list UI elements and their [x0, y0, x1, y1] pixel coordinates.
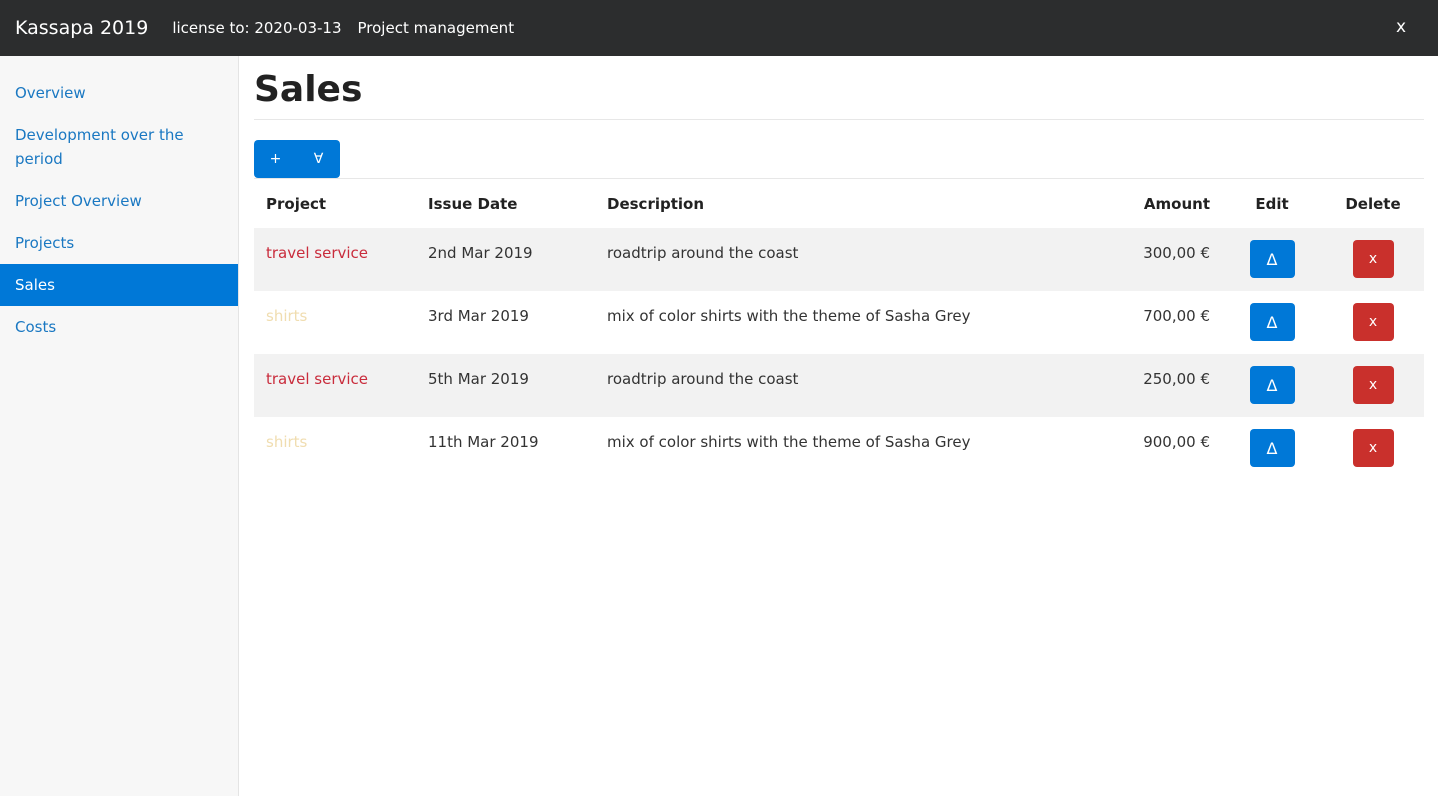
edit-cell: Δ	[1222, 417, 1322, 480]
delete-button[interactable]: x	[1352, 240, 1394, 278]
issue-date-cell: 5th Mar 2019	[416, 354, 595, 417]
delete-cell: x	[1322, 291, 1424, 354]
edit-button[interactable]: Δ	[1249, 303, 1295, 341]
column-header-project[interactable]: Project	[254, 179, 416, 228]
issue-date-cell: 2nd Mar 2019	[416, 228, 595, 291]
column-header-edit: Edit	[1255, 194, 1289, 213]
sidebar-item-overview[interactable]: Overview	[0, 72, 238, 114]
edit-button[interactable]: Δ	[1249, 240, 1295, 278]
sidebar-item-costs[interactable]: Costs	[0, 306, 238, 348]
amount-cell: 700,00 €	[1143, 307, 1210, 325]
project-link[interactable]: travel service	[254, 354, 416, 417]
amount-cell: 300,00 €	[1082, 228, 1222, 291]
sidebar-item-development-over-the-period[interactable]: Development over the period	[0, 114, 238, 180]
delete-button[interactable]: x	[1352, 366, 1394, 404]
column-header-amount[interactable]: Amount	[1082, 179, 1222, 228]
select-all-button[interactable]: ∀	[297, 140, 340, 178]
amount-cell: 900,00 €	[1143, 433, 1210, 451]
column-header-issue-date[interactable]: Issue Date	[416, 179, 595, 228]
toolbar: + ∀	[254, 120, 1424, 179]
edit-button[interactable]: Δ	[1249, 429, 1295, 467]
project-link[interactable]: shirts	[254, 291, 416, 354]
top-bar: Kassapa 2019 license to: 2020-03-13 Proj…	[0, 0, 1438, 56]
sales-table: Project Issue Date Description Amount Ed…	[254, 179, 1424, 480]
delete-cell: x	[1322, 228, 1424, 291]
sidebar-item-projects[interactable]: Projects	[0, 222, 238, 264]
issue-date-cell: 3rd Mar 2019	[428, 307, 529, 325]
delete-cell: x	[1322, 354, 1424, 417]
license-info: license to: 2020-03-13	[172, 19, 342, 37]
delete-cell: x	[1322, 417, 1424, 480]
page-title: Sales	[254, 56, 1424, 120]
module-title: Project management	[357, 19, 515, 37]
column-header-delete: Delete	[1345, 194, 1401, 213]
close-button[interactable]: x	[1396, 17, 1406, 37]
add-button[interactable]: +	[254, 140, 297, 178]
table-row: shirts 11th Mar 2019 mix of color shirts…	[254, 417, 1424, 480]
edit-cell: Δ	[1222, 354, 1322, 417]
main-content: Sales + ∀ Project Issue Date Description…	[239, 56, 1438, 796]
column-header-description[interactable]: Description	[595, 179, 1082, 228]
sidebar-item-project-overview[interactable]: Project Overview	[0, 180, 238, 222]
description-cell: roadtrip around the coast	[595, 354, 1082, 417]
description-cell: mix of color shirts with the theme of Sa…	[607, 307, 971, 325]
table-row: shirts 3rd Mar 2019 mix of color shirts …	[254, 291, 1424, 354]
app-title: Kassapa 2019	[15, 17, 149, 39]
issue-date-cell: 11th Mar 2019	[428, 433, 539, 451]
delete-button[interactable]: x	[1352, 303, 1394, 341]
project-link[interactable]: travel service	[254, 228, 416, 291]
edit-cell: Δ	[1222, 228, 1322, 291]
sidebar: Overview Development over the period Pro…	[0, 56, 239, 796]
amount-cell: 250,00 €	[1082, 354, 1222, 417]
sidebar-item-sales[interactable]: Sales	[0, 264, 238, 306]
edit-button[interactable]: Δ	[1249, 366, 1295, 404]
project-link[interactable]: shirts	[254, 417, 416, 480]
delete-button[interactable]: x	[1352, 429, 1394, 467]
table-header-row: Project Issue Date Description Amount Ed…	[254, 179, 1424, 228]
edit-cell: Δ	[1222, 291, 1322, 354]
table-row: travel service 5th Mar 2019 roadtrip aro…	[254, 354, 1424, 417]
description-cell: mix of color shirts with the theme of Sa…	[607, 433, 971, 451]
table-row: travel service 2nd Mar 2019 roadtrip aro…	[254, 228, 1424, 291]
description-cell: roadtrip around the coast	[595, 228, 1082, 291]
